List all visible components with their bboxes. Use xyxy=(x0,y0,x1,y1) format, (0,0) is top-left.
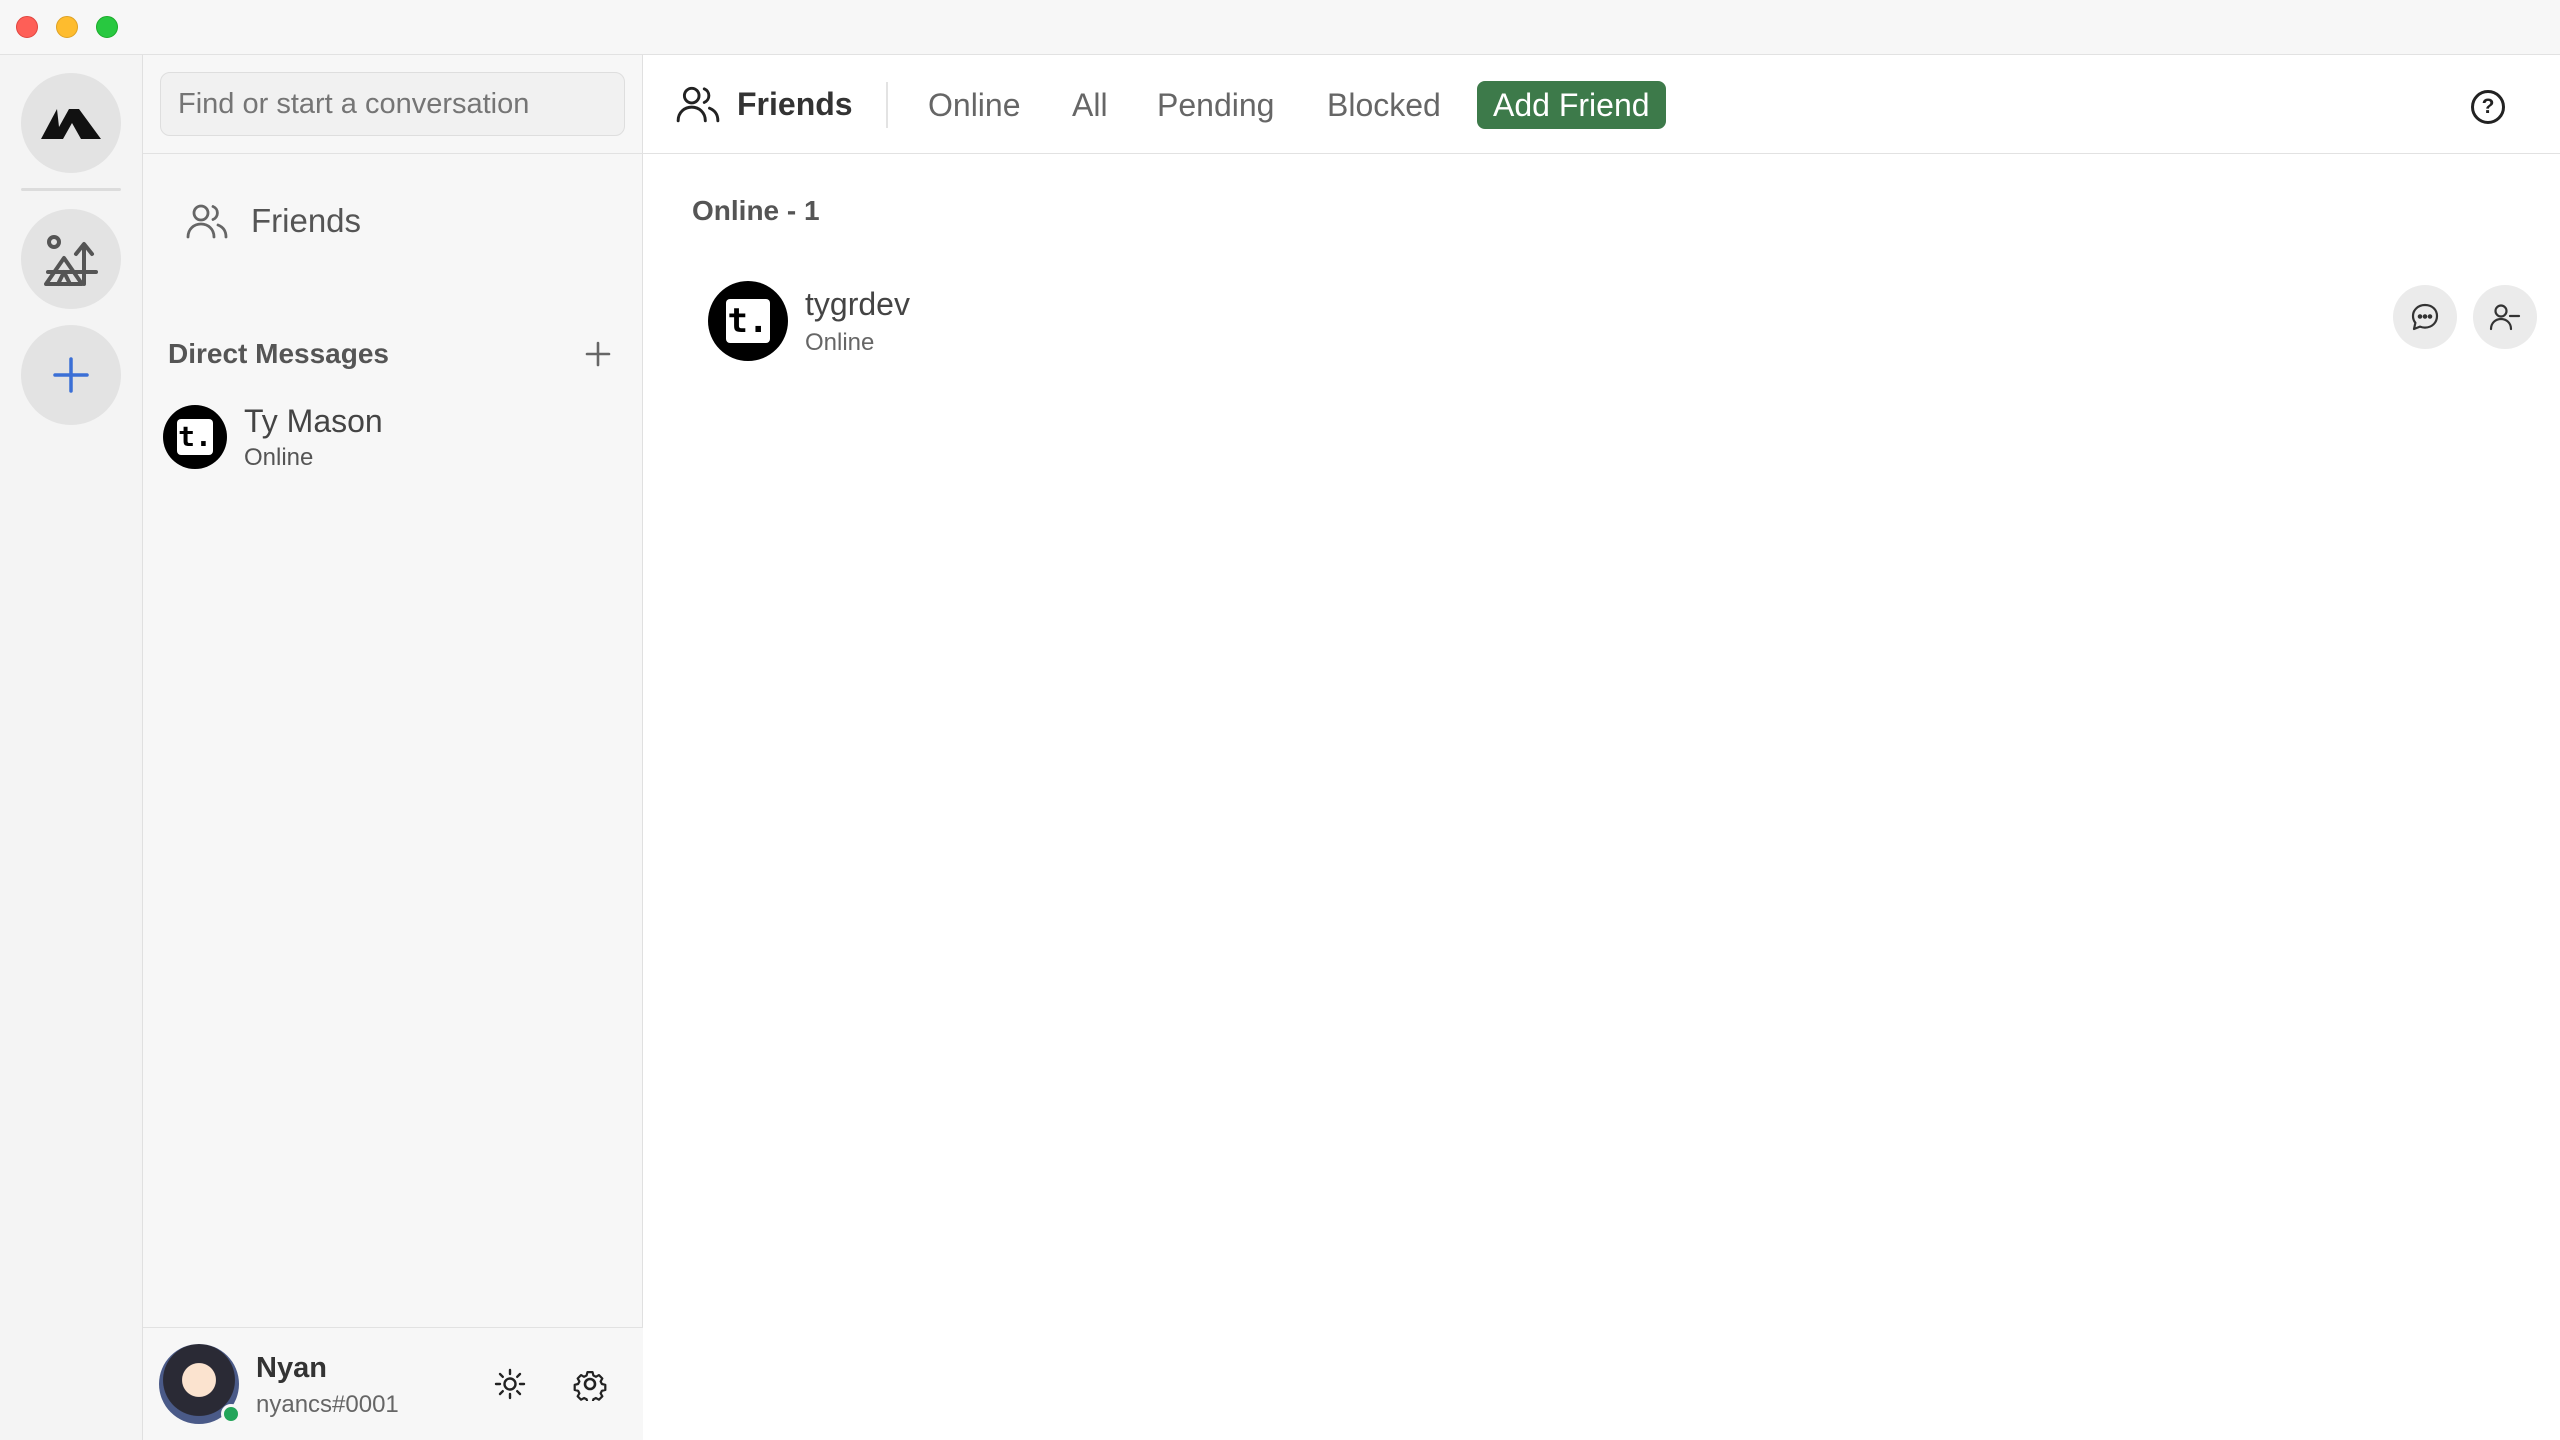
user-avatar[interactable] xyxy=(159,1344,241,1424)
plus-icon xyxy=(585,341,611,367)
message-friend-button[interactable] xyxy=(2393,285,2457,349)
avatar: t. xyxy=(163,405,227,469)
dm-item-status: Online xyxy=(244,443,314,471)
main-panel: Friends Online All Pending Blocked Add F… xyxy=(643,55,2560,1440)
app-logo-icon xyxy=(41,109,101,139)
add-friend-button[interactable]: Add Friend xyxy=(1477,81,1666,129)
friend-meta: tygrdev Online xyxy=(805,286,910,357)
chat-bubble-icon xyxy=(2411,303,2439,331)
dm-item-name: Ty Mason xyxy=(244,402,383,439)
search-container xyxy=(143,55,643,154)
campsite-icon xyxy=(44,235,98,286)
dm-item-meta: Ty Mason Online xyxy=(244,403,383,472)
tab-pending[interactable]: Pending xyxy=(1157,82,1274,128)
window-titlebar xyxy=(0,0,2560,55)
tab-all[interactable]: All xyxy=(1072,82,1108,128)
avatar-letter: t. xyxy=(177,419,213,455)
remove-friend-button[interactable] xyxy=(2473,285,2537,349)
window-minimize-button[interactable] xyxy=(56,16,78,38)
user-minus-icon xyxy=(2489,304,2521,331)
page-title: Friends xyxy=(675,79,853,129)
help-icon[interactable]: ? xyxy=(2471,90,2505,124)
theme-toggle-button[interactable] xyxy=(488,1362,532,1406)
user-meta: Nyan nyancs#0001 xyxy=(256,1352,399,1419)
page-title-label: Friends xyxy=(737,85,853,122)
new-dm-button[interactable] xyxy=(578,334,618,374)
direct-messages-header: Direct Messages xyxy=(168,330,618,378)
home-button[interactable] xyxy=(21,73,121,173)
server-rail xyxy=(0,55,143,1440)
friend-status: Online xyxy=(805,328,875,356)
friend-name: tygrdev xyxy=(805,285,910,322)
user-panel: Nyan nyancs#0001 xyxy=(143,1327,643,1440)
online-section-title: Online - 1 xyxy=(692,195,820,226)
sun-icon xyxy=(494,1368,526,1400)
friend-row[interactable]: t. tygrdev Online xyxy=(683,273,2543,369)
avatar: t. xyxy=(708,281,788,361)
settings-button[interactable] xyxy=(568,1362,612,1406)
gear-icon xyxy=(573,1370,607,1401)
sidebar-item-friends[interactable]: Friends xyxy=(173,185,613,257)
add-server-button[interactable] xyxy=(21,325,121,425)
window-close-button[interactable] xyxy=(16,16,38,38)
tab-blocked[interactable]: Blocked xyxy=(1327,82,1441,128)
avatar-letter: t. xyxy=(726,299,770,343)
presence-online-indicator xyxy=(221,1404,241,1424)
window-maximize-button[interactable] xyxy=(96,16,118,38)
dm-sidebar: Friends Direct Messages t. Ty Mason Onli… xyxy=(143,55,643,1440)
topbar-divider xyxy=(886,82,888,128)
friends-topbar: Friends Online All Pending Blocked Add F… xyxy=(643,55,2560,154)
user-tag: nyancs#0001 xyxy=(256,1391,399,1418)
plus-icon xyxy=(53,357,89,393)
user-name: Nyan xyxy=(256,1352,327,1384)
tab-online[interactable]: Online xyxy=(928,82,1021,128)
direct-messages-title: Direct Messages xyxy=(168,338,390,369)
search-input[interactable] xyxy=(160,72,625,136)
rail-divider xyxy=(21,188,121,191)
sidebar-item-label: Friends xyxy=(251,202,362,239)
friends-icon xyxy=(676,86,720,123)
dm-item[interactable]: t. Ty Mason Online xyxy=(163,395,623,479)
friends-icon xyxy=(186,204,228,239)
server-button[interactable] xyxy=(21,209,121,309)
